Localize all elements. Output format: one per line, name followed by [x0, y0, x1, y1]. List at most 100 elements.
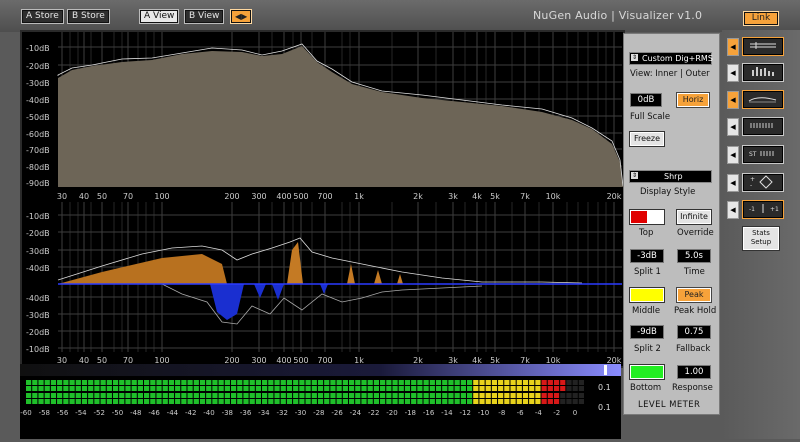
b-store-button[interactable]: B Store [67, 9, 110, 24]
select-arrow-icon[interactable]: ◀ [727, 91, 739, 109]
view-split-button[interactable] [742, 117, 784, 136]
meter-segment [361, 380, 367, 385]
peak-button[interactable]: Peak [677, 288, 711, 302]
freq-tick-label: 300 [251, 192, 266, 201]
meter-segment [63, 393, 69, 398]
preset-select[interactable]: ⇕ Custom Dig+RMS [629, 52, 713, 65]
middle-color-swatch[interactable] [630, 288, 664, 302]
time-value[interactable]: 5.0s [677, 249, 711, 263]
spectrum-panel[interactable]: -10dB -20dB -30dB -40dB -50dB -60dB -70dB -80dB… [22, 32, 623, 202]
meter-segment [541, 386, 547, 391]
meter-segment [243, 380, 249, 385]
meter-segment [386, 399, 392, 404]
display-style-select[interactable]: ⇕ Shrp [629, 170, 712, 183]
view-stereo-button[interactable]: ST [742, 145, 784, 164]
a-view-button[interactable]: A View [139, 9, 180, 24]
view-bars-button[interactable] [742, 63, 784, 82]
top-color-swatch[interactable] [630, 210, 664, 224]
meter-segment [137, 386, 144, 391]
response-value[interactable]: 1.00 [677, 365, 711, 379]
split2-value[interactable]: -9dB [630, 325, 664, 339]
meter-segment [75, 386, 81, 391]
peak-hold-label: Peak Hold [674, 306, 717, 316]
meter-bar-top-2 [26, 386, 584, 391]
swap-view-button[interactable]: ◀▶ [230, 9, 253, 24]
meter-segment [150, 399, 156, 404]
meter-segment [578, 380, 584, 385]
meter-segment [293, 399, 299, 404]
select-arrow-icon[interactable]: ◀ [727, 174, 739, 192]
meter-segment [144, 399, 150, 404]
meter-scale-label: -12 [459, 409, 470, 417]
meter-scale-label: -38 [222, 409, 233, 417]
select-arrow-icon[interactable]: ◀ [727, 64, 739, 82]
meter-scale-label: -44 [167, 409, 179, 417]
meter-segment [162, 399, 168, 404]
split1-value[interactable]: -3dB [630, 249, 664, 263]
db-tick-label: -30dB [26, 247, 50, 256]
select-arrow-icon[interactable]: ◀ [727, 146, 739, 164]
meter-segment [448, 393, 454, 398]
meter-segment [411, 386, 417, 391]
level-meter-area: 20k0.10.1-60-58-56-54-52-50-48-46-44-42-… [20, 357, 624, 439]
db-tick-label: -30dB [26, 79, 50, 88]
meter-segment [535, 386, 541, 391]
meter-segment [317, 399, 324, 404]
meter-segment [373, 399, 380, 404]
select-arrow-icon[interactable]: ◀ [727, 38, 739, 56]
view-spectrum-button[interactable] [742, 90, 784, 109]
view-correlation-button[interactable]: -1 +1 [742, 200, 784, 219]
meter-segment [100, 380, 106, 385]
svg-text:ST: ST [749, 151, 757, 158]
meter-segment [386, 393, 392, 398]
meter-segment [380, 380, 386, 385]
meter-segment [206, 399, 212, 404]
meter-segment [119, 393, 125, 398]
meter-segment [262, 393, 268, 398]
meter-segment [429, 380, 435, 385]
meter-segment [491, 380, 498, 385]
meter-segment [578, 399, 584, 404]
meter-segment [249, 380, 255, 385]
meter-segment [473, 380, 479, 385]
diamond-icon: +- [750, 175, 773, 189]
meter-scale-label: -22 [368, 409, 379, 417]
meter-segment [125, 380, 131, 385]
select-arrow-icon[interactable]: ◀ [727, 118, 739, 136]
spectrum-graph: -10dB -20dB -30dB -40dB -50dB -60dB -70dB -80dB… [26, 32, 623, 201]
meter-segment [504, 386, 510, 391]
meter-segment [243, 399, 249, 404]
view-vectorscope-button[interactable]: + - [742, 173, 784, 192]
view-lines-button[interactable] [742, 37, 784, 56]
meter-segment [187, 380, 193, 385]
meter-segment [305, 393, 311, 398]
db-tick-label: -40dB [26, 96, 50, 105]
link-button[interactable]: Link [743, 11, 779, 26]
split-panel[interactable]: -10dB -20dB -30dB -40dB -40dB -30dB -20dB -10dB… [22, 202, 623, 366]
meter-segment [162, 380, 168, 385]
meter-segment [485, 393, 491, 398]
meter-segment [504, 393, 510, 398]
full-scale-value[interactable]: 0dB [630, 93, 662, 107]
a-store-button[interactable]: A Store [21, 9, 64, 24]
meter-segment [342, 380, 348, 385]
bottom-color-swatch[interactable] [630, 365, 664, 379]
select-arrow-icon[interactable]: ◀ [727, 201, 739, 219]
override-button[interactable]: Infinite [677, 210, 711, 224]
fallback-value[interactable]: 0.75 [677, 325, 711, 339]
positive-fill [287, 242, 403, 284]
meter-segment [38, 380, 44, 385]
meter-segment [348, 399, 355, 404]
meter-segment [560, 399, 566, 404]
stats-setup-button[interactable]: Stats Setup [743, 227, 779, 250]
b-view-button[interactable]: B View [184, 9, 225, 24]
horiz-button[interactable]: Horiz [677, 93, 709, 107]
meter-segment [63, 386, 69, 391]
meter-segment [473, 393, 479, 398]
freeze-button[interactable]: Freeze [630, 132, 664, 146]
spectrum-fill [58, 46, 623, 187]
meter-segment [479, 386, 485, 391]
meter-segment [522, 393, 529, 398]
meter-segment [541, 380, 547, 385]
meter-segment [299, 399, 305, 404]
